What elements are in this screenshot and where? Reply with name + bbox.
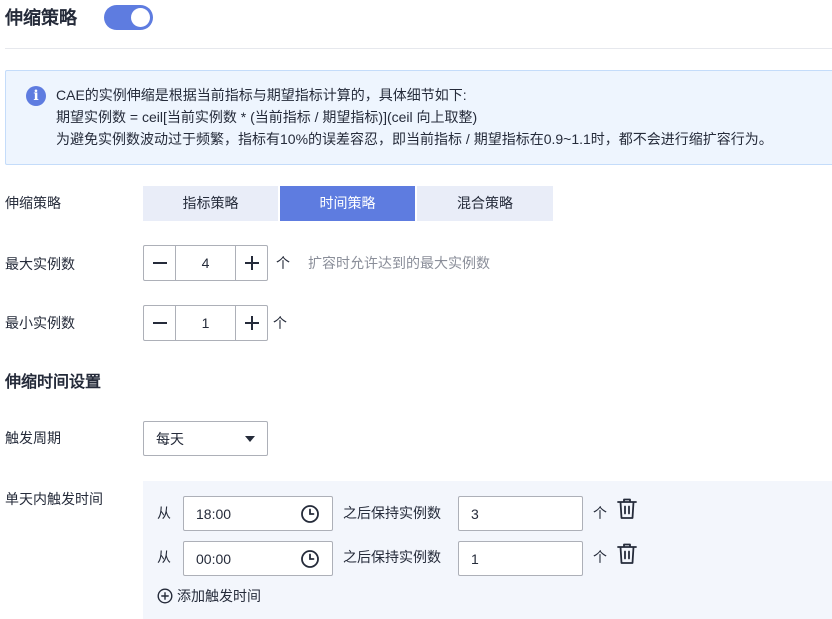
min-decrement-button[interactable]: [144, 306, 176, 340]
trash-icon[interactable]: [616, 542, 638, 566]
header-divider: [5, 48, 832, 49]
min-instances-stepper: 1: [143, 305, 268, 341]
info-icon: i: [26, 86, 46, 106]
clock-icon: [301, 550, 319, 568]
period-select[interactable]: 每天: [143, 421, 268, 456]
trigger-instances-input[interactable]: 3: [458, 496, 583, 531]
min-instances-label: 最小实例数: [5, 315, 75, 331]
tab-metric-policy[interactable]: 指标策略: [143, 186, 278, 221]
schedule-section-title: 伸缩时间设置: [5, 374, 102, 391]
min-instances-value[interactable]: 1: [176, 306, 235, 340]
plus-circle-icon: [157, 588, 173, 604]
info-line-3: 为避免实例数波动过于频繁，指标有10%的误差容忍，即当前指标 / 期望指标在0.…: [56, 131, 773, 147]
from-text: 从: [157, 549, 171, 565]
minus-icon: [153, 322, 167, 324]
min-instances-unit: 个: [273, 315, 287, 331]
daily-trigger-label: 单天内触发时间: [5, 491, 103, 507]
min-increment-button[interactable]: [235, 306, 267, 340]
trash-icon[interactable]: [616, 497, 638, 521]
keep-instances-text: 之后保持实例数: [343, 549, 441, 565]
page-title: 伸缩策略: [5, 8, 77, 28]
trigger-instances-unit: 个: [593, 549, 607, 565]
max-instances-hint: 扩容时允许达到的最大实例数: [308, 255, 490, 271]
trigger-instances-input[interactable]: 1: [458, 541, 583, 576]
max-instances-value[interactable]: 4: [176, 246, 235, 280]
max-instances-label: 最大实例数: [5, 256, 75, 272]
trigger-time-value: 00:00: [196, 551, 232, 567]
trigger-time-input[interactable]: 00:00: [183, 541, 333, 576]
max-instances-stepper: 4: [143, 245, 268, 281]
max-increment-button[interactable]: [235, 246, 267, 280]
tab-time-policy[interactable]: 时间策略: [280, 186, 415, 221]
period-label: 触发周期: [5, 430, 61, 446]
from-text: 从: [157, 505, 171, 521]
period-select-value: 每天: [156, 431, 184, 447]
toggle-knob: [131, 8, 150, 27]
trigger-time-input[interactable]: 18:00: [183, 496, 333, 531]
policy-label: 伸缩策略: [5, 195, 61, 211]
add-trigger-label: 添加触发时间: [177, 588, 261, 604]
tab-mixed-policy[interactable]: 混合策略: [417, 186, 553, 221]
clock-icon: [301, 505, 319, 523]
trigger-instances-unit: 个: [593, 505, 607, 521]
max-decrement-button[interactable]: [144, 246, 176, 280]
keep-instances-text: 之后保持实例数: [343, 505, 441, 521]
trigger-time-value: 18:00: [196, 506, 232, 522]
add-trigger-time-button[interactable]: 添加触发时间: [157, 586, 261, 606]
info-line-1: CAE的实例伸缩是根据当前指标与期望指标计算的，具体细节如下:: [56, 87, 467, 103]
caret-down-icon: [245, 436, 255, 442]
scaling-policy-toggle[interactable]: [104, 5, 153, 30]
trigger-instances-value: 1: [471, 551, 479, 567]
minus-icon: [153, 262, 167, 264]
max-instances-unit: 个: [276, 255, 290, 271]
info-line-2: 期望实例数 = ceil[当前实例数 * (当前指标 / 期望指标)](ceil…: [56, 109, 478, 125]
trigger-instances-value: 3: [471, 506, 479, 522]
